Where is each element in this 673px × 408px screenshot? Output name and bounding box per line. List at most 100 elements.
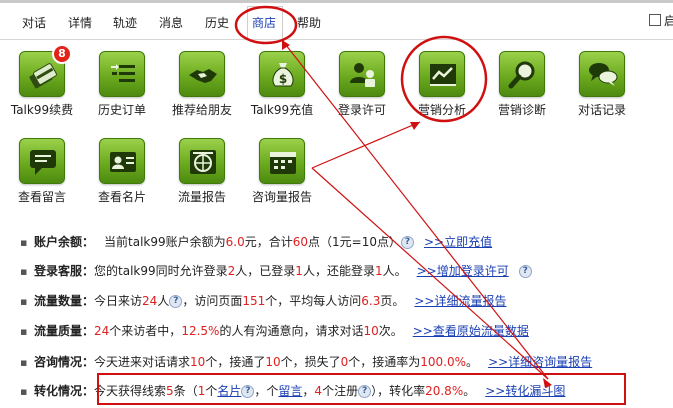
info-row-balance: ▪ 账户余额： 当前talk99账户余额为6.0元，合计60点（1元=10点）? >>… — [20, 233, 492, 251]
tab-store[interactable]: 商店 — [252, 14, 276, 31]
text: 个注册 — [322, 384, 359, 398]
option-checkbox[interactable] — [649, 14, 661, 26]
cards-link[interactable]: 名片 — [217, 384, 241, 398]
app-label: 查看名片 — [97, 190, 146, 204]
text: 个 — [205, 384, 218, 398]
visitors-value: 24 — [142, 294, 158, 308]
pages-value: 151 — [242, 294, 266, 308]
app-label: 咨询量报告 — [251, 190, 312, 204]
notification-badge: 8 — [52, 44, 72, 64]
text: 人，还能登录 — [302, 264, 375, 278]
info-row-conversion: ▪ 转化情况：今天获得线索5条（1个名片? ，个留言，4个注册? ），转化率20.8%… — [20, 382, 565, 400]
text: 。 — [466, 355, 479, 369]
tab-help[interactable]: 帮助 — [297, 14, 321, 31]
app-label: 查看留言 — [17, 190, 66, 204]
list-icon — [99, 51, 145, 97]
info-row-traffic: ▪ 流量数量：今日来访24人? ，访问页面151个，平均每人访问6.3页。 >>详细流… — [20, 292, 507, 310]
row-label: 流量数量： — [34, 294, 95, 308]
add-license-link[interactable]: >>增加登录许可 — [417, 264, 509, 278]
text: 点（1元=10点） — [308, 235, 401, 249]
app-order-history[interactable]: 历史订单 — [86, 51, 158, 118]
text: ），转化率 — [371, 384, 426, 398]
chat-bubbles-icon — [579, 51, 625, 97]
app-recommend-friend[interactable]: 推荐给朋友 — [166, 51, 238, 118]
visitors-value: 24 — [94, 324, 110, 338]
logged-in-value: 1 — [295, 264, 303, 278]
help-icon[interactable]: ? — [401, 236, 414, 249]
bullet-icon: ▪ — [20, 295, 28, 308]
consult-report-link[interactable]: >>详细咨询量报告 — [488, 355, 592, 369]
app-label: 流量报告 — [177, 190, 226, 204]
app-view-cards[interactable]: 查看名片 — [86, 138, 158, 205]
app-chat-records[interactable]: 对话记录 — [566, 51, 638, 118]
text: ， — [302, 384, 315, 398]
row-label: 咨询情况： — [34, 355, 95, 369]
bullet-icon: ▪ — [20, 356, 28, 369]
app-traffic-report[interactable]: 流量报告 — [166, 138, 238, 205]
intent-rate-value: 12.5% — [181, 324, 220, 338]
tab-history[interactable]: 历史 — [205, 14, 229, 31]
app-consult-report[interactable]: 咨询量报告 — [246, 138, 318, 205]
tab-chat[interactable]: 对话 — [22, 14, 46, 31]
text: 个，损失了 — [280, 355, 341, 369]
requests-value: 10 — [190, 355, 206, 369]
calendar-icon — [259, 138, 305, 184]
text: 人。 — [382, 264, 407, 278]
bullet-icon: ▪ — [20, 236, 28, 249]
app-label: Talk99充值 — [250, 103, 314, 117]
bullet-icon: ▪ — [20, 385, 28, 398]
chart-icon — [419, 51, 465, 97]
tab-messages[interactable]: 消息 — [159, 14, 183, 31]
app-label: 对话记录 — [577, 103, 626, 117]
messages-link[interactable]: 留言 — [278, 384, 302, 398]
text: 人，已登录 — [235, 264, 296, 278]
help-icon[interactable]: ? — [169, 295, 183, 308]
app-label: 推荐给朋友 — [171, 103, 232, 117]
app-talk99-renew[interactable]: 8 Talk99续费 — [6, 44, 78, 118]
info-row-consult: ▪ 咨询情况：今天进来对话请求10个，接通了10个，损失了0个，接通率为100.0… — [20, 353, 592, 371]
info-row-quality: ▪ 流量质量：24个来访者中，12.5%的人有沟通意向，请求对话10次。 >>查看原… — [20, 322, 529, 340]
text: 。 — [463, 384, 476, 398]
help-icon[interactable]: ? — [241, 385, 255, 398]
text: 今日来访 — [94, 294, 143, 308]
app-label: Talk99续费 — [10, 103, 74, 117]
arrow-to-analysis-head — [410, 122, 420, 130]
connected-value: 10 — [265, 355, 281, 369]
user-key-icon — [339, 51, 385, 97]
app-label: 登录许可 — [337, 103, 386, 117]
text: 人 — [157, 294, 170, 308]
text: 个，接通了 — [205, 355, 266, 369]
app-talk99-recharge[interactable]: $ Talk99充值 — [246, 51, 318, 118]
card-id-icon — [99, 138, 145, 184]
row-label: 流量质量： — [34, 324, 95, 338]
text: 今天进来对话请求 — [94, 355, 191, 369]
conversion-rate-value: 20.8% — [425, 384, 464, 398]
text: 个 — [266, 384, 279, 398]
option-checkbox-label: 启 — [664, 14, 673, 28]
tab-details[interactable]: 详情 — [68, 14, 92, 31]
raw-traffic-link[interactable]: >>查看原始流量数据 — [413, 324, 529, 338]
app-view-messages[interactable]: 查看留言 — [6, 138, 78, 205]
arrow-to-analysis-line — [311, 121, 421, 169]
balance-value: 6.0 — [225, 235, 245, 249]
app-marketing-diagnosis[interactable]: 营销诊断 — [486, 51, 558, 118]
app-label: 营销分析 — [417, 103, 466, 117]
tab-track[interactable]: 轨迹 — [113, 14, 137, 31]
app-login-license[interactable]: 登录许可 — [326, 51, 398, 118]
recharge-now-link[interactable]: >>立即充值 — [424, 235, 492, 249]
text: 您的talk99同时允许登录 — [94, 264, 228, 278]
avg-pages-value: 6.3 — [361, 294, 381, 308]
text: 个来访者中， — [109, 324, 182, 338]
leads-value: 5 — [166, 384, 174, 398]
traffic-report-link[interactable]: >>详细流量报告 — [414, 294, 506, 308]
funnel-chart-link[interactable]: >>转化漏斗图 — [485, 384, 565, 398]
handshake-icon — [179, 51, 225, 97]
text: 的人有沟通意向，请求对话 — [219, 324, 364, 338]
app-label: 营销诊断 — [497, 103, 546, 117]
text: 个，平均每人访问 — [265, 294, 362, 308]
card-icon: 8 — [19, 44, 72, 97]
text: 今天获得线索 — [94, 384, 167, 398]
app-marketing-analysis[interactable]: 营销分析 — [406, 51, 478, 118]
help-icon[interactable]: ? — [358, 385, 372, 398]
help-icon[interactable]: ? — [518, 265, 532, 278]
